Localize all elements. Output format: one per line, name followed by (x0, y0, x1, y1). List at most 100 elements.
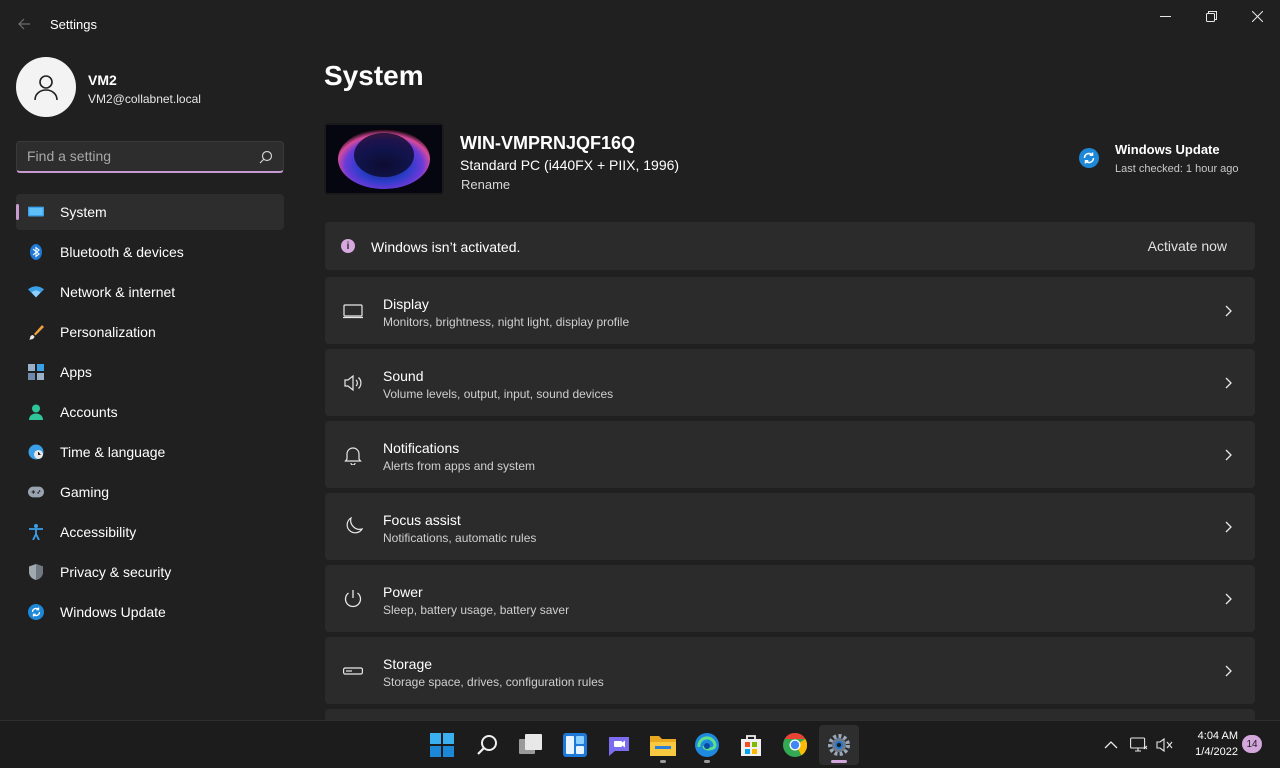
widgets-button[interactable] (555, 725, 595, 765)
user-name: VM2 (88, 72, 117, 88)
sidebar-item-apps[interactable]: Apps (16, 354, 284, 390)
card-title: Sound (383, 368, 424, 384)
settings-card-storage[interactable]: Storage Storage space, drives, configura… (325, 637, 1255, 704)
user-profile[interactable]: VM2 VM2@collabnet.local (16, 57, 286, 117)
user-email: VM2@collabnet.local (88, 92, 201, 106)
sidebar-item-network[interactable]: Network & internet (16, 274, 284, 310)
activation-message: Windows isn’t activated. (371, 239, 521, 255)
search-input[interactable] (27, 148, 247, 164)
person-icon (34, 75, 58, 101)
sidebar-item-time-language[interactable]: Time & language (16, 434, 284, 470)
card-title: Display (383, 296, 429, 312)
taskbar-search-button[interactable] (467, 725, 507, 765)
search-icon (477, 735, 497, 755)
minimize-icon (1159, 15, 1171, 17)
sidebar-item-privacy[interactable]: Privacy & security (16, 554, 284, 590)
activation-banner: i Windows isn’t activated. Activate now (325, 222, 1255, 270)
widgets-icon (563, 733, 587, 757)
chevron-up-icon (1104, 741, 1118, 749)
sidebar-item-accessibility[interactable]: Accessibility (16, 514, 284, 550)
page-title: System (324, 60, 424, 91)
settings-card-partial (325, 709, 1255, 720)
sidebar-item-label: Windows Update (60, 604, 166, 620)
clock-date[interactable]: 1/4/2022 (1186, 746, 1238, 758)
monitor-icon (28, 204, 44, 220)
settings-card-sound[interactable]: Sound Volume levels, output, input, soun… (325, 349, 1255, 416)
search-box[interactable] (16, 141, 284, 173)
start-button[interactable] (422, 725, 462, 765)
clock-time[interactable]: 4:04 AM (1190, 730, 1238, 742)
chrome-icon (783, 733, 807, 757)
settings-card-focus-assist[interactable]: Focus assist Notifications, automatic ru… (325, 493, 1255, 560)
edge-button[interactable] (687, 725, 727, 765)
accessibility-icon (28, 524, 44, 540)
bell-icon (344, 447, 362, 465)
gamepad-icon (28, 484, 44, 500)
close-button[interactable] (1234, 0, 1280, 32)
avatar (16, 57, 76, 117)
shield-icon (28, 564, 44, 580)
update-icon[interactable] (1079, 148, 1099, 168)
display-icon (343, 304, 363, 319)
sidebar-item-label: System (60, 204, 107, 220)
sidebar-item-accounts[interactable]: Accounts (16, 394, 284, 430)
sidebar-item-label: Accounts (60, 404, 118, 420)
taskbar (0, 720, 1280, 768)
task-view-button[interactable] (511, 725, 551, 765)
apps-icon (28, 364, 44, 380)
rename-link[interactable]: Rename (461, 177, 510, 192)
chevron-right-icon (1225, 521, 1232, 533)
settings-taskbar-button[interactable] (819, 725, 859, 765)
settings-card-display[interactable]: Display Monitors, brightness, night ligh… (325, 277, 1255, 344)
file-explorer-button[interactable] (643, 725, 683, 765)
speaker-icon (344, 374, 362, 392)
chevron-right-icon (1225, 377, 1232, 389)
sidebar-item-bluetooth[interactable]: Bluetooth & devices (16, 234, 284, 270)
settings-icon (828, 734, 850, 756)
sidebar-item-label: Time & language (60, 444, 166, 460)
update-icon (28, 604, 44, 620)
minimize-button[interactable] (1142, 0, 1188, 32)
card-subtitle: Storage space, drives, configuration rul… (383, 675, 604, 689)
card-subtitle: Volume levels, output, input, sound devi… (383, 387, 614, 401)
notification-count-badge[interactable]: 14 (1242, 735, 1262, 753)
settings-card-notifications[interactable]: Notifications Alerts from apps and syste… (325, 421, 1255, 488)
show-hidden-icons-button[interactable] (1102, 736, 1120, 754)
back-button[interactable] (12, 12, 36, 36)
windows-update-title[interactable]: Windows Update (1115, 142, 1220, 157)
start-icon (430, 733, 454, 757)
network-tray-button[interactable] (1130, 736, 1148, 754)
sidebar-item-windows-update[interactable]: Windows Update (16, 594, 284, 630)
windows-update-status: Last checked: 1 hour ago (1115, 163, 1239, 175)
card-title: Power (383, 584, 423, 600)
device-wallpaper-thumbnail (324, 123, 444, 195)
chevron-right-icon (1225, 449, 1232, 461)
volume-muted-icon (1156, 737, 1173, 753)
chrome-button[interactable] (775, 725, 815, 765)
card-title: Notifications (383, 440, 460, 456)
running-indicator (660, 760, 666, 763)
chevron-right-icon (1225, 305, 1232, 317)
edge-icon (695, 733, 719, 757)
sidebar-item-gaming[interactable]: Gaming (16, 474, 284, 510)
teams-chat-button[interactable] (599, 725, 639, 765)
restore-button[interactable] (1188, 0, 1234, 32)
settings-card-power[interactable]: Power Sleep, battery usage, battery save… (325, 565, 1255, 632)
sidebar-item-label: Gaming (60, 484, 110, 500)
store-button[interactable] (731, 725, 771, 765)
card-subtitle: Monitors, brightness, night light, displ… (383, 315, 630, 329)
volume-tray-button[interactable] (1156, 736, 1174, 754)
device-name: WIN-VMPRNJQF16Q (460, 133, 636, 153)
title-bar: Settings (0, 0, 1280, 48)
card-title: Storage (383, 656, 433, 672)
chevron-right-icon (1225, 593, 1232, 605)
sidebar-item-label: Apps (60, 364, 92, 380)
activate-now-button[interactable]: Activate now (1148, 238, 1227, 254)
sidebar-item-label: Personalization (60, 324, 156, 340)
close-icon (1251, 10, 1263, 22)
sidebar-item-personalization[interactable]: Personalization (16, 314, 284, 350)
card-title: Focus assist (383, 512, 461, 528)
sidebar-item-system[interactable]: System (16, 194, 284, 230)
bluetooth-icon (28, 244, 44, 260)
running-indicator (704, 760, 710, 763)
